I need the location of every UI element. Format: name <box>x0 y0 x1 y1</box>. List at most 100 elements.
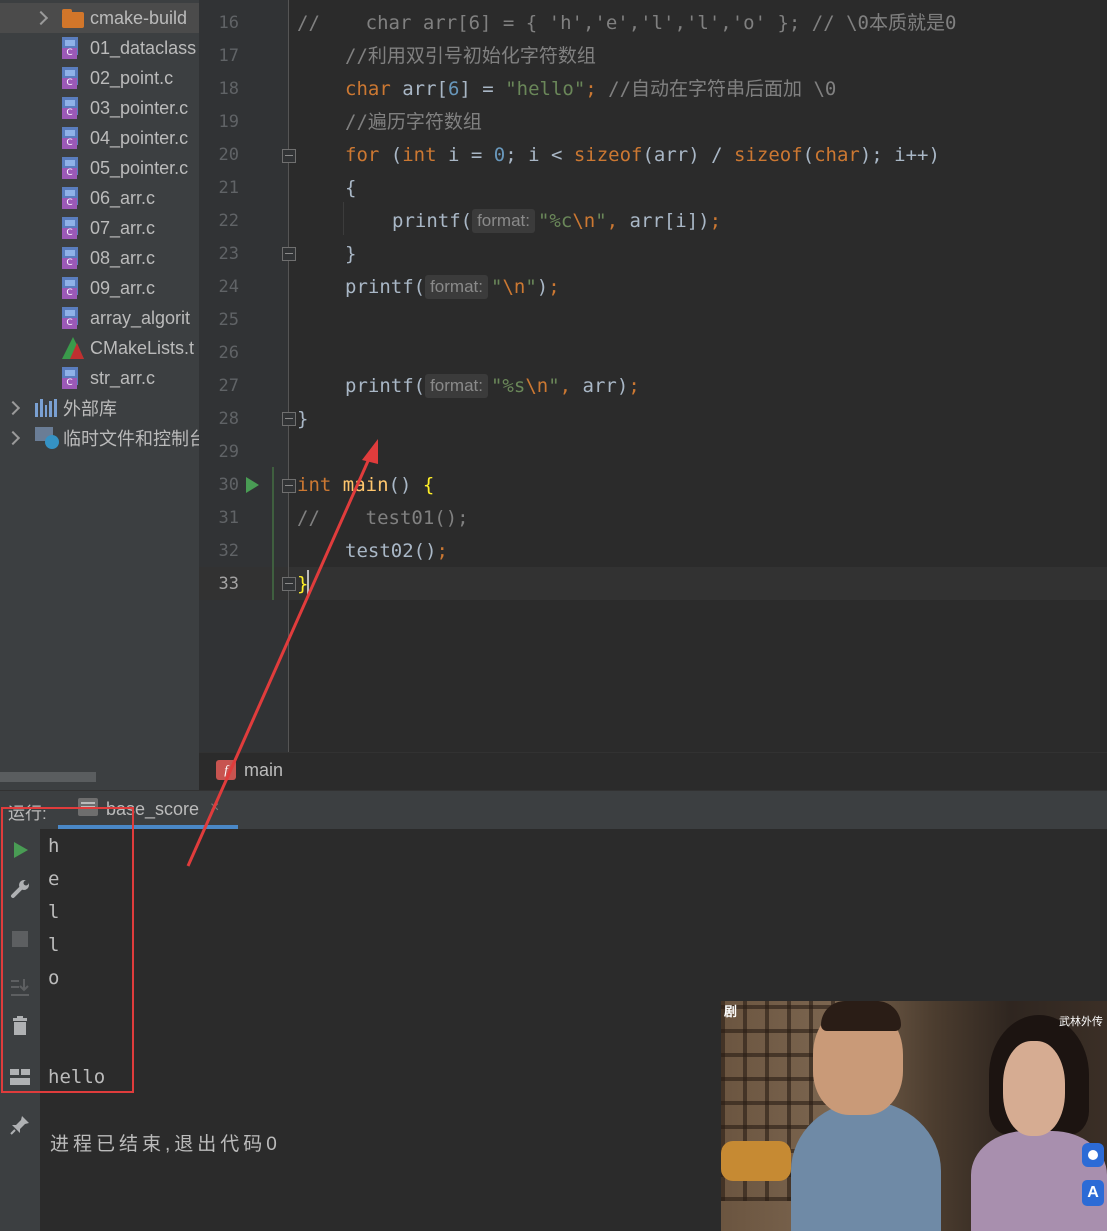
line-number: 31 <box>218 508 239 528</box>
scratches-icon <box>35 427 59 449</box>
pin-icon[interactable] <box>9 1114 31 1136</box>
c-file-icon: C <box>62 247 82 269</box>
tree-item-file[interactable]: C 04_pointer.c <box>0 123 199 153</box>
keyword: int <box>402 144 437 166</box>
tree-item-label: 01_dataclass <box>90 37 197 58</box>
tree-item-label: CMakeLists.t <box>90 337 195 358</box>
fold-marker-icon[interactable] <box>282 149 296 163</box>
code-line-20: for (int i = 0; i < sizeof(arr) / sizeof… <box>345 139 940 172</box>
comment: //自动在字符串后面加 \0 <box>596 78 837 100</box>
punctuation: ) <box>536 276 549 298</box>
code-line-17: //利用双引号初始化字符数组 <box>345 40 596 73</box>
breadcrumb-item-main[interactable]: main <box>244 757 283 783</box>
video-side-button[interactable] <box>1082 1143 1104 1167</box>
tree-item-cmake-build[interactable]: cmake-build <box>0 3 199 33</box>
punctuation: ( <box>379 144 403 166</box>
function-icon: f <box>216 760 236 780</box>
string: "hello" <box>505 78 586 100</box>
escape-sequence: \n <box>525 375 549 397</box>
text-caret <box>307 570 309 596</box>
line-number: 19 <box>218 112 239 132</box>
chevron-right-icon[interactable] <box>5 430 21 446</box>
code-line-27: printf(format: "%s\n", arr); <box>345 370 640 403</box>
fold-marker-icon[interactable] <box>282 412 296 426</box>
tree-item-label: 08_arr.c <box>90 247 156 268</box>
brace: { <box>345 177 357 199</box>
comment: //遍历字符数组 <box>345 111 482 133</box>
string: " <box>490 276 503 298</box>
line-number: 24 <box>218 277 239 297</box>
semicolon: ; <box>436 540 448 562</box>
tree-item-file[interactable]: C 02_point.c <box>0 63 199 93</box>
tree-item-label: 临时文件和控制台 <box>63 429 199 449</box>
tree-item-file[interactable]: C 05_pointer.c <box>0 153 199 183</box>
line-number: 25 <box>218 310 239 330</box>
tree-item-file[interactable]: C str_arr.c <box>0 363 199 393</box>
fold-marker-icon[interactable] <box>282 479 296 493</box>
comma: , <box>606 210 619 232</box>
line-number: 23 <box>218 244 239 264</box>
brace: } <box>297 408 309 430</box>
comma: , <box>559 375 572 397</box>
line-number: 28 <box>218 409 239 429</box>
code-line-22: printf(format: "%c\n", arr[i]); <box>392 205 721 238</box>
function-call: test02() <box>345 540 437 562</box>
indent-guide <box>343 202 344 235</box>
tree-item-file[interactable]: C 08_arr.c <box>0 243 199 273</box>
line-number: 17 <box>218 46 239 66</box>
line-number: 30 <box>218 475 239 495</box>
string: " <box>548 375 560 397</box>
code-line-28: } <box>297 403 308 436</box>
code-line-24: printf(format: "\n"); <box>345 271 560 304</box>
escape-sequence: \n <box>502 276 526 298</box>
fold-marker-icon[interactable] <box>282 247 296 261</box>
fold-marker-icon[interactable] <box>282 577 296 591</box>
code-line-19: //遍历字符数组 <box>345 106 482 139</box>
annotation-highlight-box <box>1 807 134 1093</box>
run-gutter-icon[interactable] <box>246 477 259 493</box>
keyword: sizeof <box>734 144 803 166</box>
string: "%s <box>490 375 526 397</box>
line-number: 18 <box>218 79 239 99</box>
c-file-icon: C <box>62 367 82 389</box>
video-a-button[interactable]: A <box>1082 1180 1104 1206</box>
chevron-right-icon[interactable] <box>33 10 49 26</box>
floating-video-player[interactable]: 剧 武林外传 <box>721 1001 1107 1231</box>
tree-item-file[interactable]: C 01_dataclass <box>0 33 199 63</box>
keyword: sizeof <box>573 144 643 166</box>
video-caption-left: 剧 <box>724 1004 738 1019</box>
string: " <box>595 210 607 232</box>
tree-item-file[interactable]: C array_algorit <box>0 303 199 333</box>
tree-horizontal-scrollbar[interactable] <box>0 772 96 782</box>
parameter-hint: format: <box>472 209 535 233</box>
keyword: char <box>814 144 860 166</box>
tab-close-button[interactable]: × <box>210 799 219 817</box>
tree-item-file[interactable]: C 06_arr.c <box>0 183 199 213</box>
line-number: 32 <box>218 541 239 561</box>
comment: // <box>297 507 320 529</box>
line-number: 26 <box>218 343 239 363</box>
tree-item-label: 07_arr.c <box>90 217 156 238</box>
tree-item-label: 04_pointer.c <box>90 127 189 148</box>
c-file-icon: C <box>62 97 82 119</box>
video-caption-right: 武林外传 <box>1059 1016 1103 1028</box>
tree-item-file[interactable]: C 07_arr.c <box>0 213 199 243</box>
video-person <box>791 1101 941 1231</box>
number: 0 <box>493 144 506 166</box>
tree-item-file[interactable]: C 03_pointer.c <box>0 93 199 123</box>
tree-item-label: 02_point.c <box>90 67 174 88</box>
scope-indicator <box>272 467 274 600</box>
chevron-right-icon[interactable] <box>5 400 21 416</box>
tree-item-file[interactable]: C 09_arr.c <box>0 273 199 303</box>
keyword: for <box>345 144 380 166</box>
c-file-icon: C <box>62 127 82 149</box>
punctuation: ( <box>802 144 815 166</box>
punctuation: ] = <box>459 78 506 100</box>
tree-item-external-libraries[interactable]: 外部库 <box>0 393 199 423</box>
tree-item-file[interactable]: CMakeLists.t <box>0 333 199 363</box>
punctuation: () <box>388 474 423 496</box>
tree-item-scratches[interactable]: 临时文件和控制台 <box>0 423 199 453</box>
keyword: int <box>297 474 332 496</box>
c-file-icon: C <box>62 217 82 239</box>
folder-icon <box>62 9 84 28</box>
